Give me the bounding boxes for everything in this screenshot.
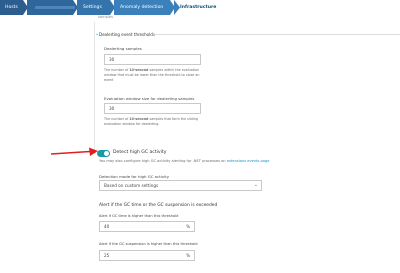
breadcrumb-anomaly-detection[interactable]: Anomaly detection	[114, 0, 175, 15]
detection-mode-value: Based on custom settings	[104, 183, 159, 188]
detection-mode-select[interactable]: Based on custom settings ⌄	[99, 180, 262, 191]
dealerting-samples-label: Dealerting samples	[104, 46, 142, 51]
breadcrumb-settings[interactable]: Settings	[77, 0, 115, 15]
detect-gc-label: Detect high GC activity	[113, 150, 167, 155]
breadcrumb-host[interactable]	[27, 0, 78, 15]
percent-unit: %	[186, 224, 190, 229]
gc-time-label: Alert if GC time is higher than this thr…	[99, 214, 179, 218]
percent-unit: %	[186, 253, 190, 258]
dealerting-samples-help: The number of 10-second samples within t…	[104, 68, 200, 83]
dotnet-hint: You may also configure high GC activity …	[99, 159, 270, 163]
gc-suspension-input[interactable]: 25%	[99, 250, 195, 261]
breadcrumb-hosts[interactable]: Hosts	[0, 0, 28, 15]
gc-rule-text: Alert if the GC time or the GC suspensio…	[99, 203, 218, 208]
toggle-knob	[104, 151, 109, 156]
breadcrumb: Hosts Settings Anomaly detection Infrast…	[0, 0, 400, 15]
evaluation-window-label: Evaluation window size for dealerting sa…	[104, 96, 195, 101]
section-indent-rule	[94, 22, 95, 152]
evaluation-window-help: The number of 10-second samples that for…	[104, 117, 198, 127]
breadcrumb-infrastructure: Infrastructure	[174, 0, 400, 15]
redacted-host-name	[35, 6, 75, 9]
gc-suspension-label: Alert if the GC suspension is higher tha…	[99, 242, 198, 246]
chevron-down-icon: ⌄	[253, 182, 258, 188]
dealerting-samples-input[interactable]: 30	[104, 54, 201, 65]
scrolled-text-fragment: samples	[98, 15, 113, 19]
dealerting-section-title[interactable]: Dealerting event thresholds	[99, 32, 155, 37]
evaluation-window-input[interactable]: 30	[104, 103, 201, 114]
gc-time-input[interactable]: 40%	[99, 221, 195, 232]
section-divider	[153, 34, 400, 35]
red-arrow-icon	[50, 147, 98, 156]
detection-mode-label: Detection mode for high GC activity	[99, 174, 170, 179]
detect-gc-toggle[interactable]	[97, 150, 110, 157]
extensions-events-link[interactable]: extensions events page	[227, 159, 270, 163]
